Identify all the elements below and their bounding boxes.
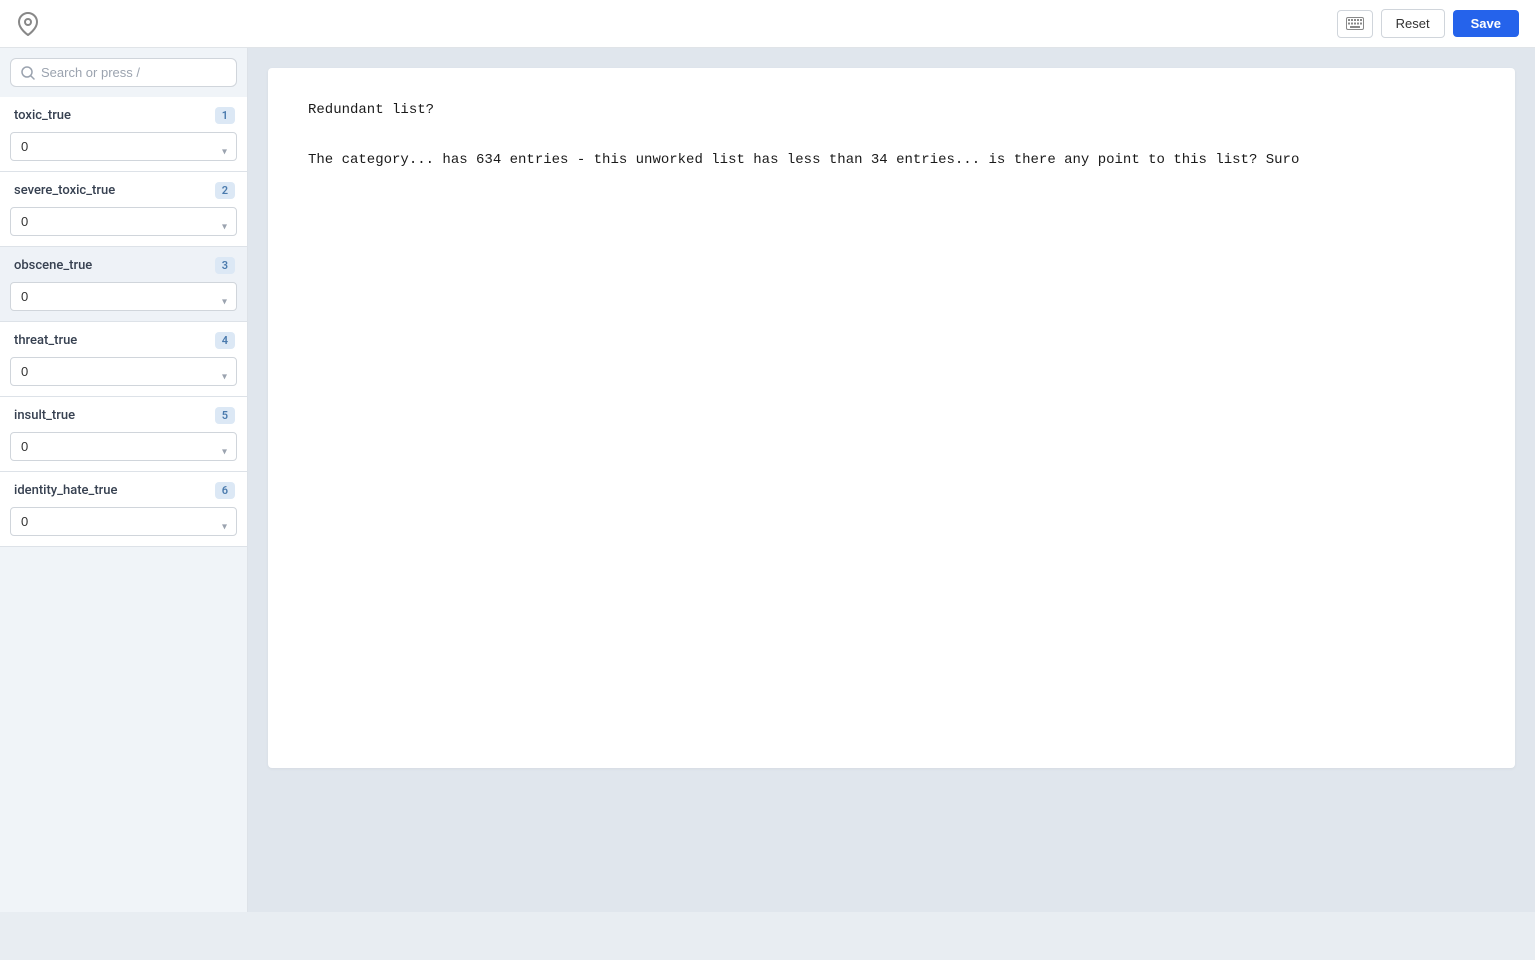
- label-select-toxic_true[interactable]: 01: [10, 132, 237, 161]
- search-container: [0, 48, 247, 97]
- label-header-toxic_true: toxic_true 1: [0, 97, 247, 132]
- label-badge-threat_true: 4: [215, 332, 235, 349]
- content-area: Redundant list? The category... has 634 …: [248, 48, 1535, 912]
- label-header-severe_toxic_true: severe_toxic_true 2: [0, 172, 247, 207]
- label-select-threat_true[interactable]: 01: [10, 357, 237, 386]
- label-badge-obscene_true: 3: [215, 257, 235, 274]
- main-layout: toxic_true101▾severe_toxic_true201▾obsce…: [0, 48, 1535, 912]
- logo-icon: [16, 12, 40, 36]
- label-group-severe_toxic_true: severe_toxic_true 2 01▾: [0, 172, 247, 247]
- keyboard-icon: [1346, 17, 1364, 30]
- label-group-threat_true: threat_true 4 01▾: [0, 322, 247, 397]
- label-badge-toxic_true: 1: [215, 107, 235, 124]
- label-name-obscene_true: obscene_true: [14, 258, 92, 273]
- label-badge-insult_true: 5: [215, 407, 235, 424]
- label-select-wrapper-threat_true: 01▾: [0, 357, 247, 396]
- label-select-wrapper-identity_hate_true: 01▾: [0, 507, 247, 546]
- label-name-identity_hate_true: identity_hate_true: [14, 483, 117, 498]
- label-select-wrapper-toxic_true: 01▾: [0, 132, 247, 171]
- search-input-wrapper: [10, 58, 237, 87]
- label-name-threat_true: threat_true: [14, 333, 77, 348]
- search-input[interactable]: [41, 65, 226, 80]
- sidebar: toxic_true101▾severe_toxic_true201▾obsce…: [0, 48, 248, 912]
- header-right: Reset Save: [1337, 9, 1519, 38]
- reset-button[interactable]: Reset: [1381, 9, 1445, 38]
- label-badge-severe_toxic_true: 2: [215, 182, 235, 199]
- label-select-identity_hate_true[interactable]: 01: [10, 507, 237, 536]
- label-badge-identity_hate_true: 6: [215, 482, 235, 499]
- label-group-toxic_true: toxic_true 1 01▾: [0, 97, 247, 172]
- label-group-obscene_true: obscene_true 3 01▾: [0, 247, 247, 322]
- label-header-identity_hate_true: identity_hate_true 6: [0, 472, 247, 507]
- label-group-insult_true: insult_true 5 01▾: [0, 397, 247, 472]
- label-header-obscene_true: obscene_true 3: [0, 247, 247, 282]
- header: Reset Save: [0, 0, 1535, 48]
- label-group-identity_hate_true: identity_hate_true 6 01▾: [0, 472, 247, 547]
- label-name-toxic_true: toxic_true: [14, 108, 71, 123]
- label-select-wrapper-obscene_true: 01▾: [0, 282, 247, 321]
- search-icon: [21, 66, 35, 80]
- label-select-obscene_true[interactable]: 01: [10, 282, 237, 311]
- keyboard-shortcut-button[interactable]: [1337, 10, 1373, 38]
- label-header-threat_true: threat_true 4: [0, 322, 247, 357]
- label-select-wrapper-insult_true: 01▾: [0, 432, 247, 471]
- label-name-severe_toxic_true: severe_toxic_true: [14, 183, 115, 198]
- label-select-severe_toxic_true[interactable]: 01: [10, 207, 237, 236]
- labels-container: toxic_true101▾severe_toxic_true201▾obsce…: [0, 97, 247, 547]
- label-select-insult_true[interactable]: 01: [10, 432, 237, 461]
- label-header-insult_true: insult_true 5: [0, 397, 247, 432]
- save-button[interactable]: Save: [1453, 10, 1519, 37]
- label-select-wrapper-severe_toxic_true: 01▾: [0, 207, 247, 246]
- header-left: [16, 12, 40, 36]
- text-content: Redundant list? The category... has 634 …: [308, 98, 1475, 174]
- label-name-insult_true: insult_true: [14, 408, 75, 423]
- text-card: Redundant list? The category... has 634 …: [268, 68, 1515, 768]
